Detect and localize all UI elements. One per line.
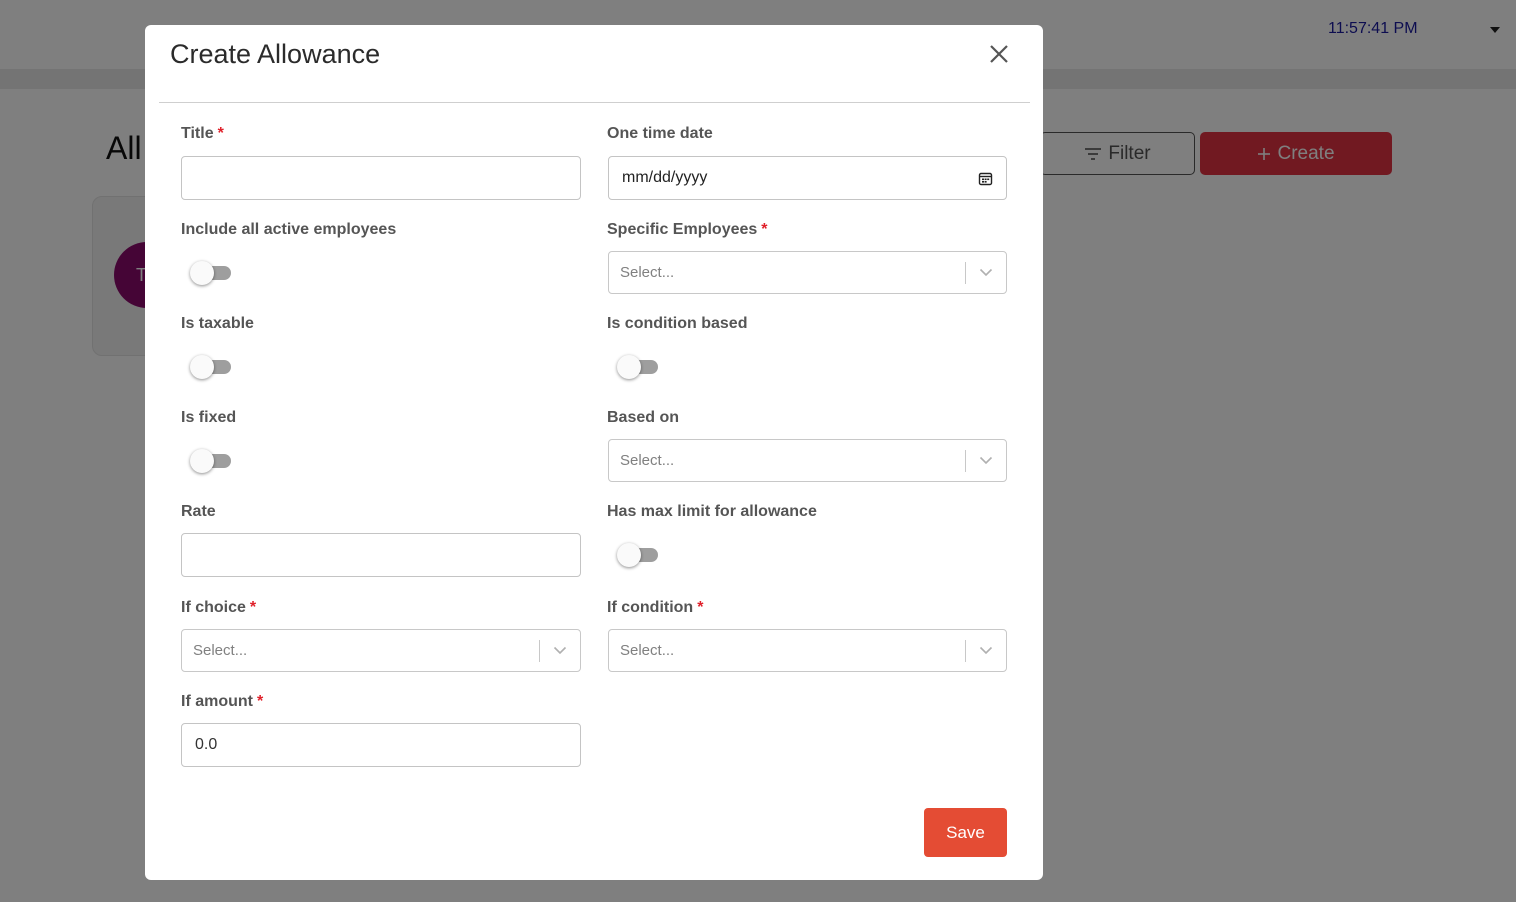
toggle-thumb — [190, 355, 214, 379]
if-condition-select[interactable]: Select... — [608, 629, 1007, 672]
save-button[interactable]: Save — [924, 808, 1007, 857]
chevron-down-icon[interactable] — [966, 439, 1006, 482]
modal-title: Create Allowance — [170, 39, 381, 69]
rate-label: Rate — [181, 503, 216, 520]
is-taxable-toggle[interactable] — [190, 355, 234, 379]
if-amount-label: If amount * — [181, 693, 264, 710]
if-choice-select[interactable]: Select... — [181, 629, 581, 672]
select-placeholder: Select... — [193, 642, 248, 659]
include-all-active-toggle[interactable] — [190, 261, 234, 285]
has-max-limit-label: Has max limit for allowance — [607, 503, 817, 520]
required-mark: * — [249, 599, 257, 616]
chevron-down-icon[interactable] — [966, 251, 1006, 294]
if-condition-label: If condition * — [607, 599, 704, 616]
specific-employees-select[interactable]: Select... — [608, 251, 1007, 294]
is-fixed-toggle[interactable] — [190, 449, 234, 473]
is-condition-based-toggle[interactable] — [617, 355, 661, 379]
if-choice-label: If choice * — [181, 599, 257, 616]
is-condition-based-label: Is condition based — [607, 315, 748, 332]
one-time-date-input[interactable]: mm/dd/yyyy — [608, 156, 1007, 200]
specific-employees-label: Specific Employees * — [607, 221, 768, 238]
calendar-icon[interactable] — [978, 171, 993, 186]
is-fixed-label: Is fixed — [181, 409, 237, 426]
required-mark: * — [697, 599, 704, 616]
rate-input[interactable] — [181, 533, 581, 577]
modal-divider — [159, 102, 1030, 103]
chevron-down-icon[interactable] — [966, 629, 1006, 672]
required-mark: * — [257, 693, 264, 710]
toggle-thumb — [190, 449, 214, 473]
select-placeholder: Select... — [620, 642, 675, 659]
title-input[interactable] — [181, 156, 581, 200]
toggle-thumb — [617, 543, 641, 567]
select-placeholder: Select... — [620, 264, 675, 281]
select-placeholder: Select... — [620, 452, 675, 469]
required-mark: * — [761, 221, 768, 238]
close-icon[interactable] — [987, 42, 1011, 66]
based-on-label: Based on — [607, 409, 680, 426]
create-allowance-modal: Create Allowance Title * One time date mm… — [145, 25, 1043, 880]
has-max-limit-toggle[interactable] — [617, 543, 661, 567]
required-mark: * — [217, 125, 224, 142]
toggle-thumb — [190, 261, 214, 285]
based-on-select[interactable]: Select... — [608, 439, 1007, 482]
title-label: Title * — [181, 125, 224, 142]
chevron-down-icon[interactable] — [540, 629, 580, 672]
include-all-active-label: Include all active employees — [181, 221, 397, 238]
if-amount-input[interactable] — [181, 723, 581, 767]
one-time-date-label: One time date — [607, 125, 713, 142]
toggle-thumb — [617, 355, 641, 379]
is-taxable-label: Is taxable — [181, 315, 254, 332]
date-placeholder: mm/dd/yyyy — [622, 169, 708, 186]
